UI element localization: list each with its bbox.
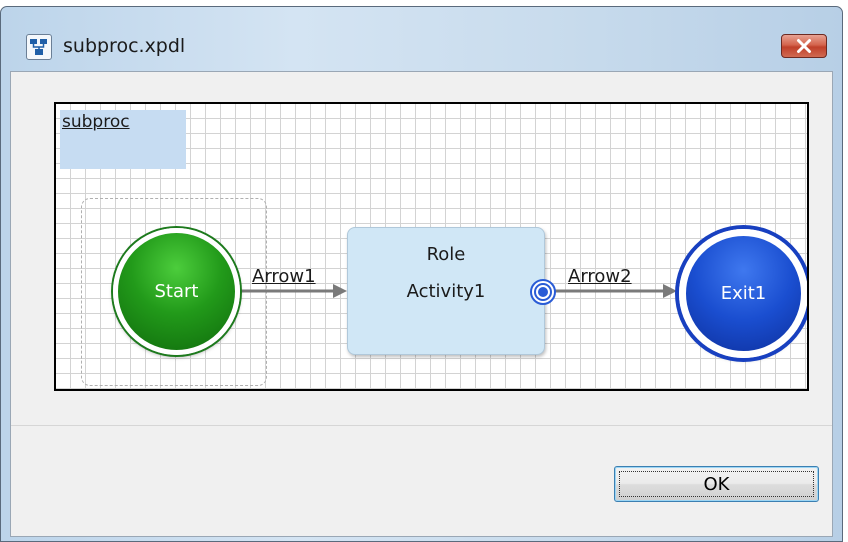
dialog-window: subproc.xpdl subproc Start Arrow1 Role A… (0, 6, 843, 542)
edge-label-arrow1[interactable]: Arrow1 (252, 266, 316, 287)
activity-role-label: Role (426, 244, 466, 265)
close-button[interactable] (781, 34, 827, 58)
start-event[interactable]: Start (113, 228, 240, 355)
end-event[interactable]: Exit1 (679, 229, 807, 358)
footer-divider (11, 425, 832, 426)
connection-port-icon[interactable] (529, 278, 557, 306)
process-graph-canvas[interactable]: subproc Start Arrow1 Role Activity1 Arro… (54, 102, 809, 391)
xpdl-app-icon (26, 34, 52, 60)
close-icon (797, 39, 811, 53)
window-title: subproc.xpdl (63, 35, 186, 57)
activity-name-label: Activity1 (406, 281, 486, 302)
activity-node[interactable]: Role Activity1 (347, 227, 545, 355)
edge-label-arrow2[interactable]: Arrow2 (568, 266, 632, 287)
start-event-label: Start (154, 281, 199, 302)
ok-button[interactable]: OK (614, 466, 819, 502)
dialog-content: subproc Start Arrow1 Role Activity1 Arro… (10, 71, 833, 537)
ok-button-label: OK (703, 473, 730, 495)
end-event-label: Exit1 (720, 283, 767, 304)
arrow2-head (663, 284, 677, 298)
arrow1-head (333, 284, 347, 298)
